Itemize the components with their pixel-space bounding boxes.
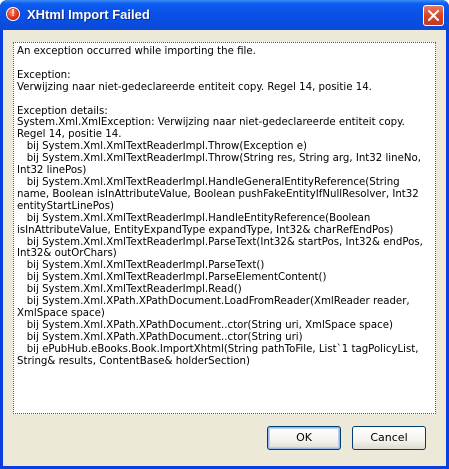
- ok-button[interactable]: OK: [267, 426, 341, 450]
- close-button[interactable]: [423, 5, 444, 26]
- dialog-body: An exception occurred while importing th…: [3, 30, 446, 466]
- close-icon: [428, 10, 439, 21]
- error-icon: !: [6, 7, 20, 21]
- window-title: XHtml Import Failed: [27, 7, 150, 22]
- dialog-window: ! XHtml Import Failed An exception occur…: [0, 0, 449, 469]
- title-bar[interactable]: ! XHtml Import Failed: [0, 0, 449, 30]
- error-message-box: An exception occurred while importing th…: [13, 42, 436, 414]
- cancel-button[interactable]: Cancel: [352, 426, 426, 450]
- error-message-text: An exception occurred while importing th…: [17, 46, 423, 367]
